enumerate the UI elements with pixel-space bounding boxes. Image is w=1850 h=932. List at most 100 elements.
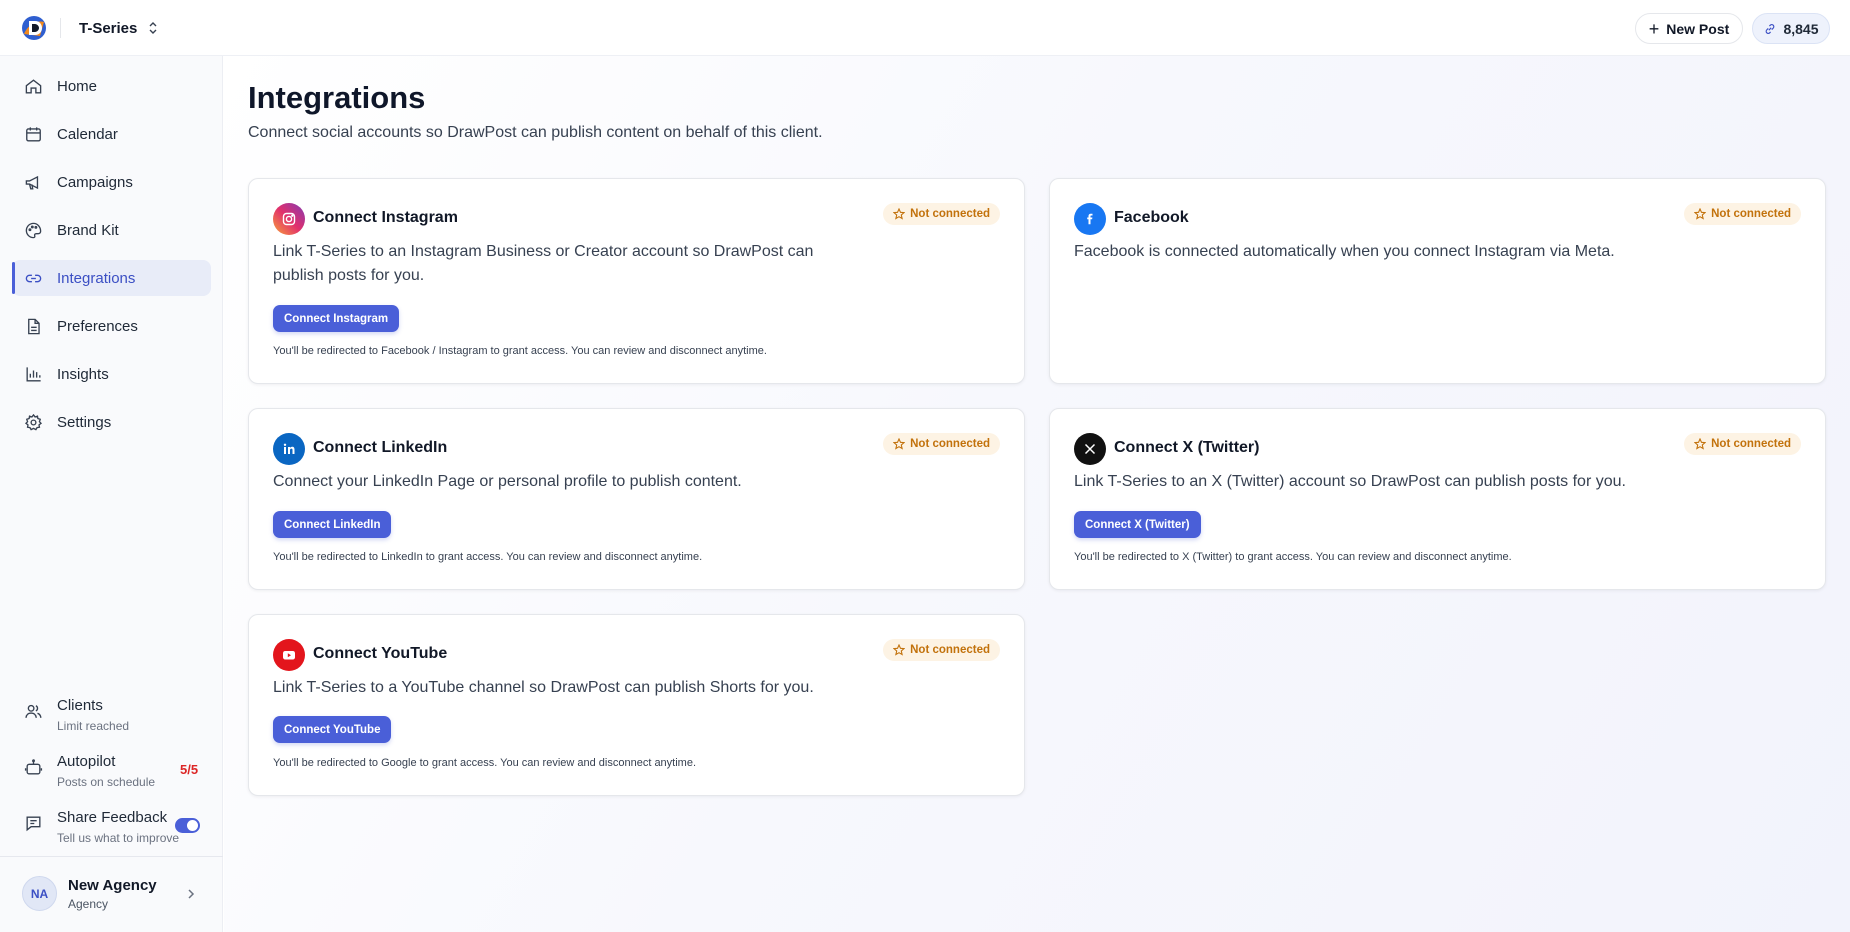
card-title: Connect LinkedIn — [313, 439, 448, 456]
chevron-up-down-icon — [149, 22, 157, 34]
account-role: Agency — [68, 897, 109, 911]
palette-icon — [25, 222, 42, 238]
sidebar-item-label: Settings — [57, 413, 112, 431]
share-feedback-item[interactable]: Share Feedback Tell us what to improve — [24, 808, 209, 846]
card-title: Connect X (Twitter) — [1114, 439, 1260, 456]
sidebar-item-campaigns[interactable]: Campaigns — [12, 164, 211, 200]
share-feedback-sub: Tell us what to improve — [57, 831, 180, 845]
star-icon — [893, 644, 906, 656]
card-note: You'll be redirected to LinkedIn to gran… — [273, 551, 703, 563]
status-text: Not connected — [910, 208, 990, 220]
bar-chart-icon — [26, 366, 41, 382]
star-icon — [893, 438, 906, 450]
new-post-button[interactable]: + New Post — [1635, 13, 1743, 44]
connect-youtube-button[interactable]: Connect YouTube — [273, 716, 392, 743]
sidebar-item-label: Home — [57, 77, 98, 95]
sidebar-item-home[interactable]: Home — [12, 68, 211, 104]
sidebar-item-integrations[interactable]: Integrations — [12, 260, 211, 296]
topbar-divider — [60, 18, 61, 38]
card-description: Connect your LinkedIn Page or personal p… — [273, 473, 742, 490]
youtube-card: Connect YouTube Not connected Link T-Ser… — [248, 614, 1025, 796]
card-title: Connect Instagram — [313, 209, 458, 226]
linkedin-card: Connect LinkedIn Not connected Connect y… — [248, 408, 1025, 590]
client-switcher[interactable]: T-Series — [79, 18, 159, 38]
credits-count: 8,845 — [1783, 20, 1819, 37]
main-content: Integrations Connect social accounts so … — [224, 56, 1850, 932]
youtube-icon — [273, 639, 305, 671]
top-bar: T-Series + New Post 8,845 — [0, 0, 1850, 56]
card-title: Facebook — [1114, 209, 1189, 226]
gear-icon — [24, 413, 43, 431]
page-title: Integrations — [248, 80, 426, 115]
card-note: You'll be redirected to X (Twitter) to g… — [1074, 551, 1512, 563]
message-icon — [26, 816, 41, 832]
avatar[interactable]: NA — [22, 876, 57, 911]
sidebar-item-label: Preferences — [57, 317, 138, 335]
clients-item[interactable]: Clients Limit reached — [24, 696, 209, 734]
connect-linkedin-button[interactable]: Connect LinkedIn — [273, 511, 392, 538]
card-description: Link T-Series to an X (Twitter) account … — [1074, 473, 1626, 490]
share-feedback-label: Share Feedback — [57, 809, 168, 826]
megaphone-icon — [25, 175, 39, 190]
new-post-label: New Post — [1666, 20, 1730, 37]
status-badge: Not connected — [883, 433, 1000, 455]
sidebar-item-label: Insights — [57, 365, 109, 383]
calendar-icon — [26, 126, 41, 142]
status-text: Not connected — [910, 644, 990, 656]
sidebar-item-preferences[interactable]: Preferences — [12, 308, 211, 344]
autopilot-label: Autopilot — [57, 753, 116, 770]
status-badge: Not connected — [883, 203, 1000, 225]
sidebar-item-brand-kit[interactable]: Brand Kit — [12, 212, 211, 248]
link-icon — [1766, 23, 1775, 34]
status-badge: Not connected — [883, 639, 1000, 661]
users-icon — [25, 704, 42, 718]
page-subtitle: Connect social accounts so DrawPost can … — [248, 124, 823, 141]
connect-x-twitter-button[interactable]: Connect X (Twitter) — [1074, 511, 1201, 538]
status-text: Not connected — [1711, 438, 1791, 450]
card-note: You'll be redirected to Google to grant … — [273, 757, 697, 769]
sidebar-item-calendar[interactable]: Calendar — [12, 116, 211, 152]
card-title: Connect YouTube — [313, 645, 448, 662]
twitter-card: Connect X (Twitter) Not connected Link T… — [1049, 408, 1826, 590]
clients-label: Clients — [57, 697, 103, 714]
autopilot-sub: Posts on schedule — [57, 775, 156, 789]
sidebar-item-insights[interactable]: Insights — [12, 356, 211, 392]
linkedin-icon — [273, 433, 305, 465]
card-note: You'll be redirected to Facebook / Insta… — [273, 345, 767, 357]
sidebar-item-label: Calendar — [57, 125, 118, 143]
star-icon — [1694, 438, 1707, 450]
status-badge: Not connected — [1684, 433, 1801, 455]
card-description: Link T-Series to a YouTube channel so Dr… — [273, 679, 814, 696]
clients-sub: Limit reached — [57, 719, 130, 733]
instagram-icon — [273, 203, 305, 235]
drawpost-logo[interactable] — [20, 14, 48, 42]
autopilot-item: Autopilot Posts on schedule — [24, 752, 209, 790]
credits-badge[interactable]: 8,845 — [1752, 13, 1830, 44]
x-icon — [1074, 433, 1106, 465]
chevron-right-icon[interactable] — [186, 888, 196, 900]
status-text: Not connected — [910, 438, 990, 450]
robot-icon — [24, 759, 43, 775]
instagram-card: Connect Instagram Not connected Link T-S… — [248, 178, 1025, 384]
star-icon — [1694, 208, 1707, 220]
account-name: New Agency — [68, 877, 157, 894]
sidebar-item-label: Campaigns — [57, 173, 133, 191]
star-icon — [893, 208, 906, 220]
document-icon — [28, 318, 40, 334]
card-description: Link T-Series to an Instagram Business o… — [273, 243, 814, 284]
client-name: T-Series — [79, 19, 138, 37]
sidebar-divider — [0, 856, 223, 857]
link-icon — [25, 274, 42, 282]
home-icon — [25, 78, 42, 94]
sidebar-item-settings[interactable]: Settings — [12, 404, 211, 440]
sidebar-item-label: Brand Kit — [57, 221, 119, 239]
sidebar: Home Calendar Campaigns Brand Kit Integr… — [0, 56, 223, 932]
facebook-icon — [1074, 203, 1106, 235]
sidebar-item-label: Integrations — [57, 269, 136, 287]
plus-icon: + — [1648, 18, 1660, 39]
connect-instagram-button[interactable]: Connect Instagram — [273, 305, 400, 332]
facebook-card: Facebook Not connected Facebook is conne… — [1049, 178, 1826, 384]
card-description: Facebook is connected automatically when… — [1074, 243, 1615, 260]
status-badge: Not connected — [1684, 203, 1801, 225]
status-text: Not connected — [1711, 208, 1791, 220]
